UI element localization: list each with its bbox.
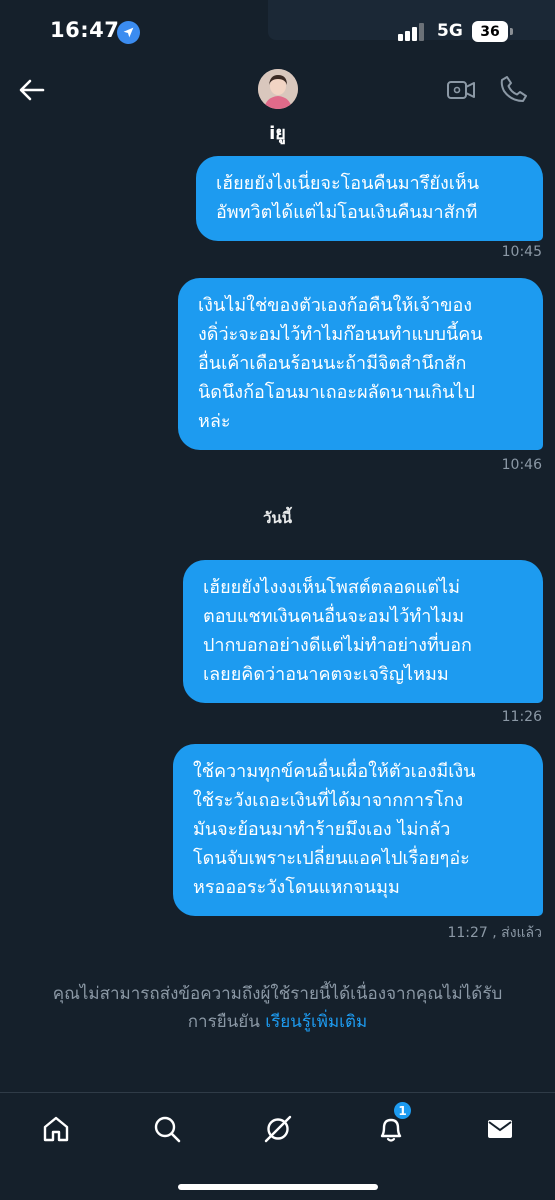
- battery-icon: 36: [472, 21, 508, 42]
- notifications-icon[interactable]: 1: [369, 1101, 413, 1151]
- message-line: หรอออระวังโดนแหกจนมุม: [193, 877, 400, 898]
- message-line: ใช้ความทุกข์คนอื่นเผื่อให้ตัวเองมีเงิน: [193, 761, 476, 782]
- message-bubble[interactable]: ใช้ความทุกข์คนอื่นเผื่อให้ตัวเองมีเงิน ใ…: [173, 744, 543, 916]
- battery-tip: [510, 28, 513, 35]
- message-line: หล่ะ: [198, 411, 231, 432]
- message-line: เลยยคิดว่าอนาคตจะเจริญไหมม: [203, 664, 449, 685]
- message-timestamp: 10:45: [501, 244, 542, 260]
- notification-badge: 1: [393, 1101, 412, 1120]
- message-line: ปากบอกอย่างดีแต่ไม่ทำอย่างที่บอก: [203, 635, 472, 656]
- message-line: อัพทวิตได้แต่ไม่โอนเงินคืนมาสักที: [216, 202, 478, 223]
- message-timestamp: 10:46: [501, 457, 542, 473]
- learn-more-link[interactable]: เรียนรู้เพิ่มเติม: [265, 1012, 367, 1032]
- battery-level: 36: [480, 23, 500, 40]
- message-bubble[interactable]: เฮ้ยยยังไงเนี่ยจะโอนคืนมารึยังเห็น อัพทว…: [196, 156, 543, 241]
- cannot-message-notice: คุณไม่สามารถส่งข้อความถึงผู้ใช้รายนี้ได้…: [0, 980, 555, 1036]
- message-bubble[interactable]: เฮ้ยยยังไงงงเห็นโพสต์ตลอดแต่ไม่ ตอบแชทเง…: [183, 560, 543, 703]
- avatar[interactable]: [258, 69, 298, 109]
- status-time: 16:47: [50, 18, 120, 42]
- message-line: นิดนึงก้อโอนมาเถอะผลัดนานเกินไป: [198, 382, 475, 403]
- home-icon[interactable]: [34, 1107, 78, 1151]
- video-call-icon[interactable]: [446, 76, 476, 104]
- signal-icon: [398, 23, 428, 41]
- notice-text: คุณไม่สามารถส่งข้อความถึงผู้ใช้รายนี้ได้…: [52, 984, 503, 1004]
- message-line: อื่นเค้าเดือนร้อนนะถ้ามีจิตสำนึกสัก: [198, 353, 467, 374]
- location-arrow-icon: [117, 21, 140, 44]
- search-icon[interactable]: [145, 1107, 189, 1151]
- message-bubble[interactable]: เงินไม่ใช่ของตัวเองก้อคืนให้เจ้าของ งดิ่…: [178, 278, 543, 450]
- message-line: เฮ้ยยยังไงเนี่ยจะโอนคืนมารึยังเห็น: [216, 173, 480, 194]
- message-line: ตอบแชทเงินคนอื่นจะอมไว้ทำไมม: [203, 606, 465, 627]
- message-timestamp: 11:27 , ส่งแล้ว: [447, 925, 542, 941]
- home-indicator: [178, 1184, 378, 1190]
- message-line: ใช้ระวังเถอะเงินที่ได้มาจากการโกง: [193, 790, 464, 811]
- phone-call-icon[interactable]: [499, 74, 529, 104]
- messages-icon[interactable]: [478, 1107, 522, 1151]
- spaces-icon[interactable]: [256, 1107, 300, 1151]
- message-line: เฮ้ยยยังไงงงเห็นโพสต์ตลอดแต่ไม่: [203, 577, 460, 598]
- message-line: งดิ่ว่ะจะอมไว้ทำไมก๊อนนทำแบบนี้คน: [198, 324, 483, 345]
- day-separator: วันนี้: [263, 509, 292, 527]
- message-line: มันจะย้อนมาทำร้ายมึงเอง ไม่กลัว: [193, 819, 451, 840]
- back-arrow-icon[interactable]: [18, 76, 46, 104]
- status-bar: 16:47 5G 36: [0, 0, 555, 64]
- message-line: เงินไม่ใช่ของตัวเองก้อคืนให้เจ้าของ: [198, 295, 473, 316]
- notice-text-prefix: การยืนยัน: [187, 1012, 260, 1032]
- contact-name[interactable]: iยู: [0, 118, 555, 147]
- message-timestamp: 11:26: [501, 709, 542, 725]
- network-label: 5G: [437, 21, 463, 41]
- message-line: โดนจับเพราะเปลี่ยนแอคไปเรื่อยๆอ่ะ: [193, 848, 470, 869]
